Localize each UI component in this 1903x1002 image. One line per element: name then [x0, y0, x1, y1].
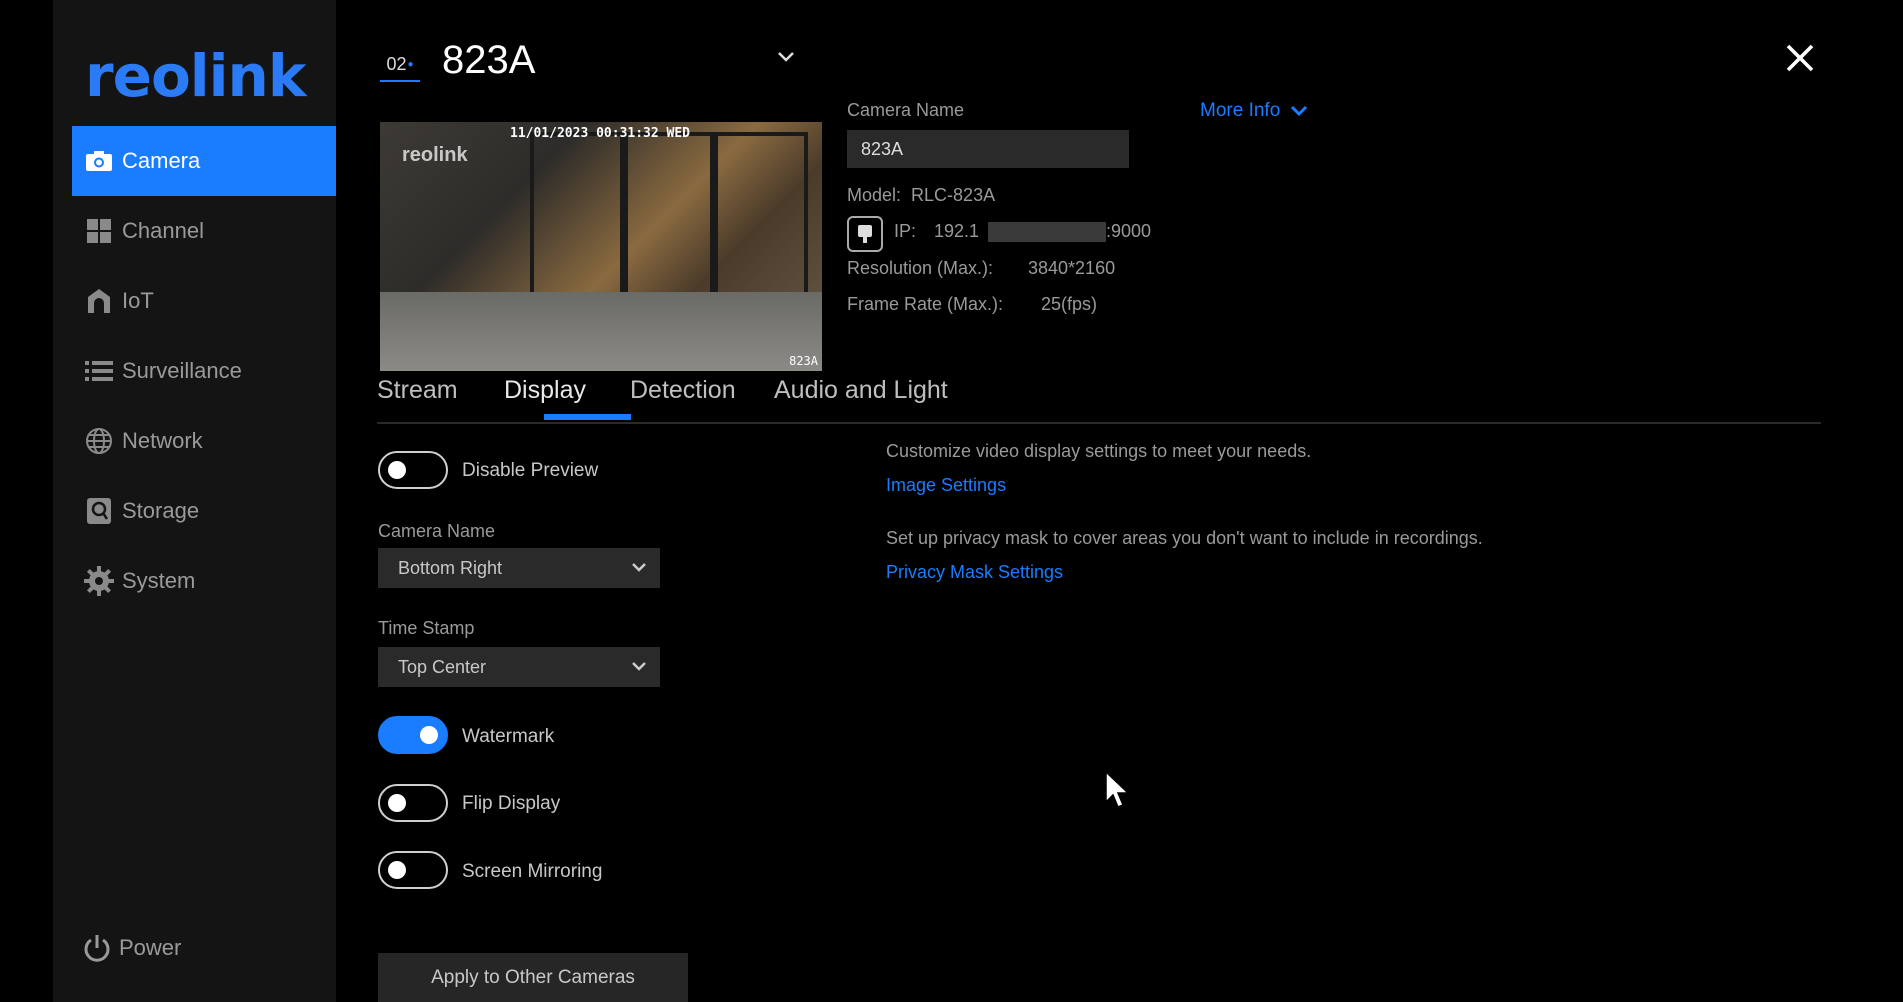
camera-name-position-select[interactable]: Bottom Right — [378, 548, 660, 588]
flip-display-toggle[interactable] — [378, 784, 448, 822]
camera-select-chevron-icon[interactable] — [776, 50, 796, 69]
more-info-button[interactable]: More Info — [1200, 100, 1310, 122]
close-icon — [1786, 44, 1814, 72]
ip-redaction — [988, 222, 1106, 242]
flip-display-label: Flip Display — [462, 793, 561, 814]
power-icon — [81, 932, 113, 964]
sidebar-item-iot[interactable]: IoT — [72, 266, 336, 336]
sidebar-item-storage[interactable]: Storage — [72, 476, 336, 546]
disable-preview-toggle[interactable] — [378, 451, 448, 489]
sidebar-item-channel[interactable]: Channel — [72, 196, 336, 266]
camera-name-label: Camera Name — [847, 100, 965, 120]
screen-mirroring-toggle[interactable] — [378, 851, 448, 889]
tab-stream[interactable]: Stream — [377, 376, 458, 405]
sidebar-item-label: Camera — [122, 148, 201, 173]
sidebar-item-system[interactable]: System — [72, 546, 336, 616]
sidebar-item-label: Network — [122, 428, 203, 453]
toggle-knob — [420, 726, 438, 744]
list-icon — [84, 356, 114, 386]
ip-prefix: 192.1 — [934, 221, 980, 241]
watermark-label: Watermark — [462, 726, 555, 747]
channel-badge: 02 ● — [380, 48, 420, 82]
globe-icon — [84, 426, 114, 456]
image-settings-link[interactable]: Image Settings — [886, 475, 1006, 496]
camera-preview[interactable]: 11/01/2023 00:31:32 WED reolink 823A — [380, 122, 822, 371]
tab-detection[interactable]: Detection — [630, 376, 736, 405]
power-label: Power — [119, 935, 182, 960]
preview-timestamp: 11/01/2023 00:31:32 WED — [510, 126, 691, 141]
ip-label: IP: — [894, 221, 917, 241]
framerate-value: 25(fps) — [1041, 294, 1098, 314]
framerate-label: Frame Rate (Max.): — [847, 294, 1004, 314]
privacy-mask-settings-link[interactable]: Privacy Mask Settings — [886, 562, 1063, 583]
chevron-down-icon — [632, 662, 646, 671]
camera-icon — [84, 146, 114, 176]
toggle-knob — [388, 794, 406, 812]
chevron-down-icon — [1291, 105, 1308, 117]
camera-title: 823A — [442, 38, 536, 82]
sidebar-item-label: Channel — [122, 218, 204, 243]
mouse-cursor-icon — [1104, 770, 1130, 815]
camera-name-position-label: Camera Name — [378, 521, 496, 541]
active-tab-indicator — [544, 414, 631, 420]
time-stamp-label: Time Stamp — [378, 618, 475, 638]
sidebar-item-label: IoT — [122, 288, 154, 313]
watermark-toggle[interactable] — [378, 716, 448, 754]
select-value: Bottom Right — [398, 557, 503, 578]
tab-display[interactable]: Display — [504, 376, 586, 405]
more-info-label: More Info — [1200, 100, 1281, 121]
toggle-knob — [388, 461, 406, 479]
storage-icon — [84, 496, 114, 526]
screen-mirroring-label: Screen Mirroring — [462, 861, 603, 882]
tab-audio-and-light[interactable]: Audio and Light — [774, 376, 948, 405]
chevron-down-icon — [632, 563, 646, 572]
channel-dot: ● — [407, 58, 414, 70]
model-value: RLC-823A — [911, 185, 996, 205]
privacy-mask-description: Set up privacy mask to cover areas you d… — [886, 528, 1483, 548]
toggle-knob — [388, 861, 406, 879]
sidebar-item-surveillance[interactable]: Surveillance — [72, 336, 336, 406]
resolution-value: 3840*2160 — [1028, 258, 1116, 278]
preview-camera-label: 823A — [789, 354, 818, 368]
image-settings-description: Customize video display settings to meet… — [886, 441, 1312, 461]
grid-icon — [84, 216, 114, 246]
model-label: Model: — [847, 185, 902, 205]
model-row: Model: RLC-823A — [847, 185, 995, 206]
preview-floor — [380, 292, 822, 371]
settings-tabs: Stream Display Detection Audio and Light — [377, 376, 1821, 424]
sidebar-item-label: Surveillance — [122, 358, 242, 383]
power-button[interactable]: Power — [81, 932, 181, 964]
sidebar-item-label: System — [122, 568, 196, 593]
gear-icon — [84, 566, 114, 596]
camera-name-input[interactable] — [847, 130, 1129, 168]
preview-watermark: reolink — [402, 144, 468, 166]
close-button[interactable] — [1782, 40, 1818, 76]
select-value: Top Center — [398, 656, 487, 677]
resolution-label: Resolution (Max.): — [847, 258, 994, 278]
disable-preview-label: Disable Preview — [462, 460, 599, 481]
ip-device-icon — [847, 216, 883, 252]
main-panel: 02 ● 823A 11/01/2023 00:31:32 WED reolink… — [336, 0, 1903, 1002]
reolink-logo: reolink — [85, 42, 306, 110]
sidebar: reolink Camera Channel IoT Surveillance … — [53, 0, 336, 1002]
ip-suffix: :9000 — [1106, 221, 1152, 241]
time-stamp-select[interactable]: Top Center — [378, 647, 660, 687]
apply-to-other-cameras-button[interactable]: Apply to Other Cameras — [378, 953, 688, 1002]
sidebar-item-camera[interactable]: Camera — [72, 126, 336, 196]
home-icon — [84, 286, 114, 316]
sidebar-item-label: Storage — [122, 498, 200, 523]
sidebar-item-network[interactable]: Network — [72, 406, 336, 476]
channel-number: 02 — [386, 53, 407, 74]
